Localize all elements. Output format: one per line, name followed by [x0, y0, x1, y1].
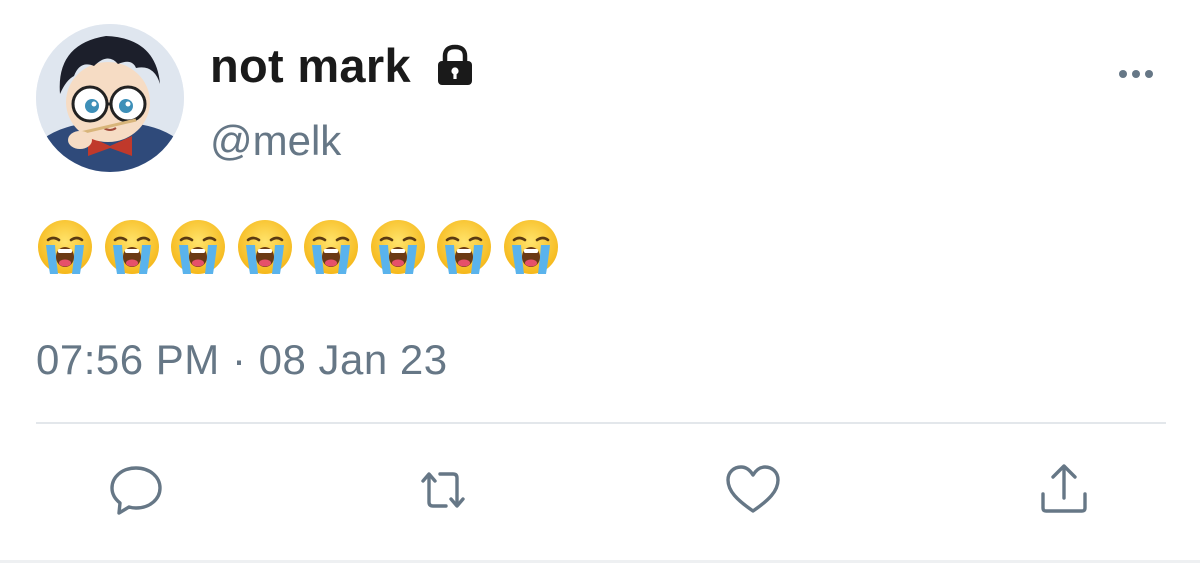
heart-icon	[726, 465, 780, 513]
tweet-timestamp[interactable]: 07:56 PM · 08 Jan 23	[36, 334, 448, 386]
bottom-divider	[0, 560, 1200, 563]
loudly-crying-face-icon	[302, 218, 360, 276]
tweet-card: not mark @melk 07:56 PM · 08 Jan 23	[0, 0, 1200, 580]
loudly-crying-face-icon	[36, 218, 94, 276]
more-dots-icon[interactable]	[1112, 62, 1160, 86]
share-icon	[1041, 464, 1087, 513]
share-button[interactable]	[1034, 460, 1094, 520]
loudly-crying-face-icon	[502, 218, 560, 276]
loudly-crying-face-icon	[236, 218, 294, 276]
loudly-crying-face-icon	[103, 218, 161, 276]
like-button[interactable]	[723, 460, 783, 520]
display-name[interactable]: not mark	[210, 38, 411, 94]
avatar[interactable]	[36, 24, 184, 172]
loudly-crying-face-icon	[369, 218, 427, 276]
reply-button[interactable]	[106, 460, 166, 520]
loudly-crying-face-icon	[169, 218, 227, 276]
retweet-button[interactable]	[413, 460, 473, 520]
comment-icon	[110, 466, 162, 515]
loudly-crying-face-icon	[435, 218, 493, 276]
retweet-icon	[421, 472, 465, 508]
user-handle[interactable]: @melk	[210, 115, 341, 167]
tweet-text	[36, 218, 568, 278]
divider	[36, 422, 1166, 424]
lock-icon	[432, 42, 478, 88]
